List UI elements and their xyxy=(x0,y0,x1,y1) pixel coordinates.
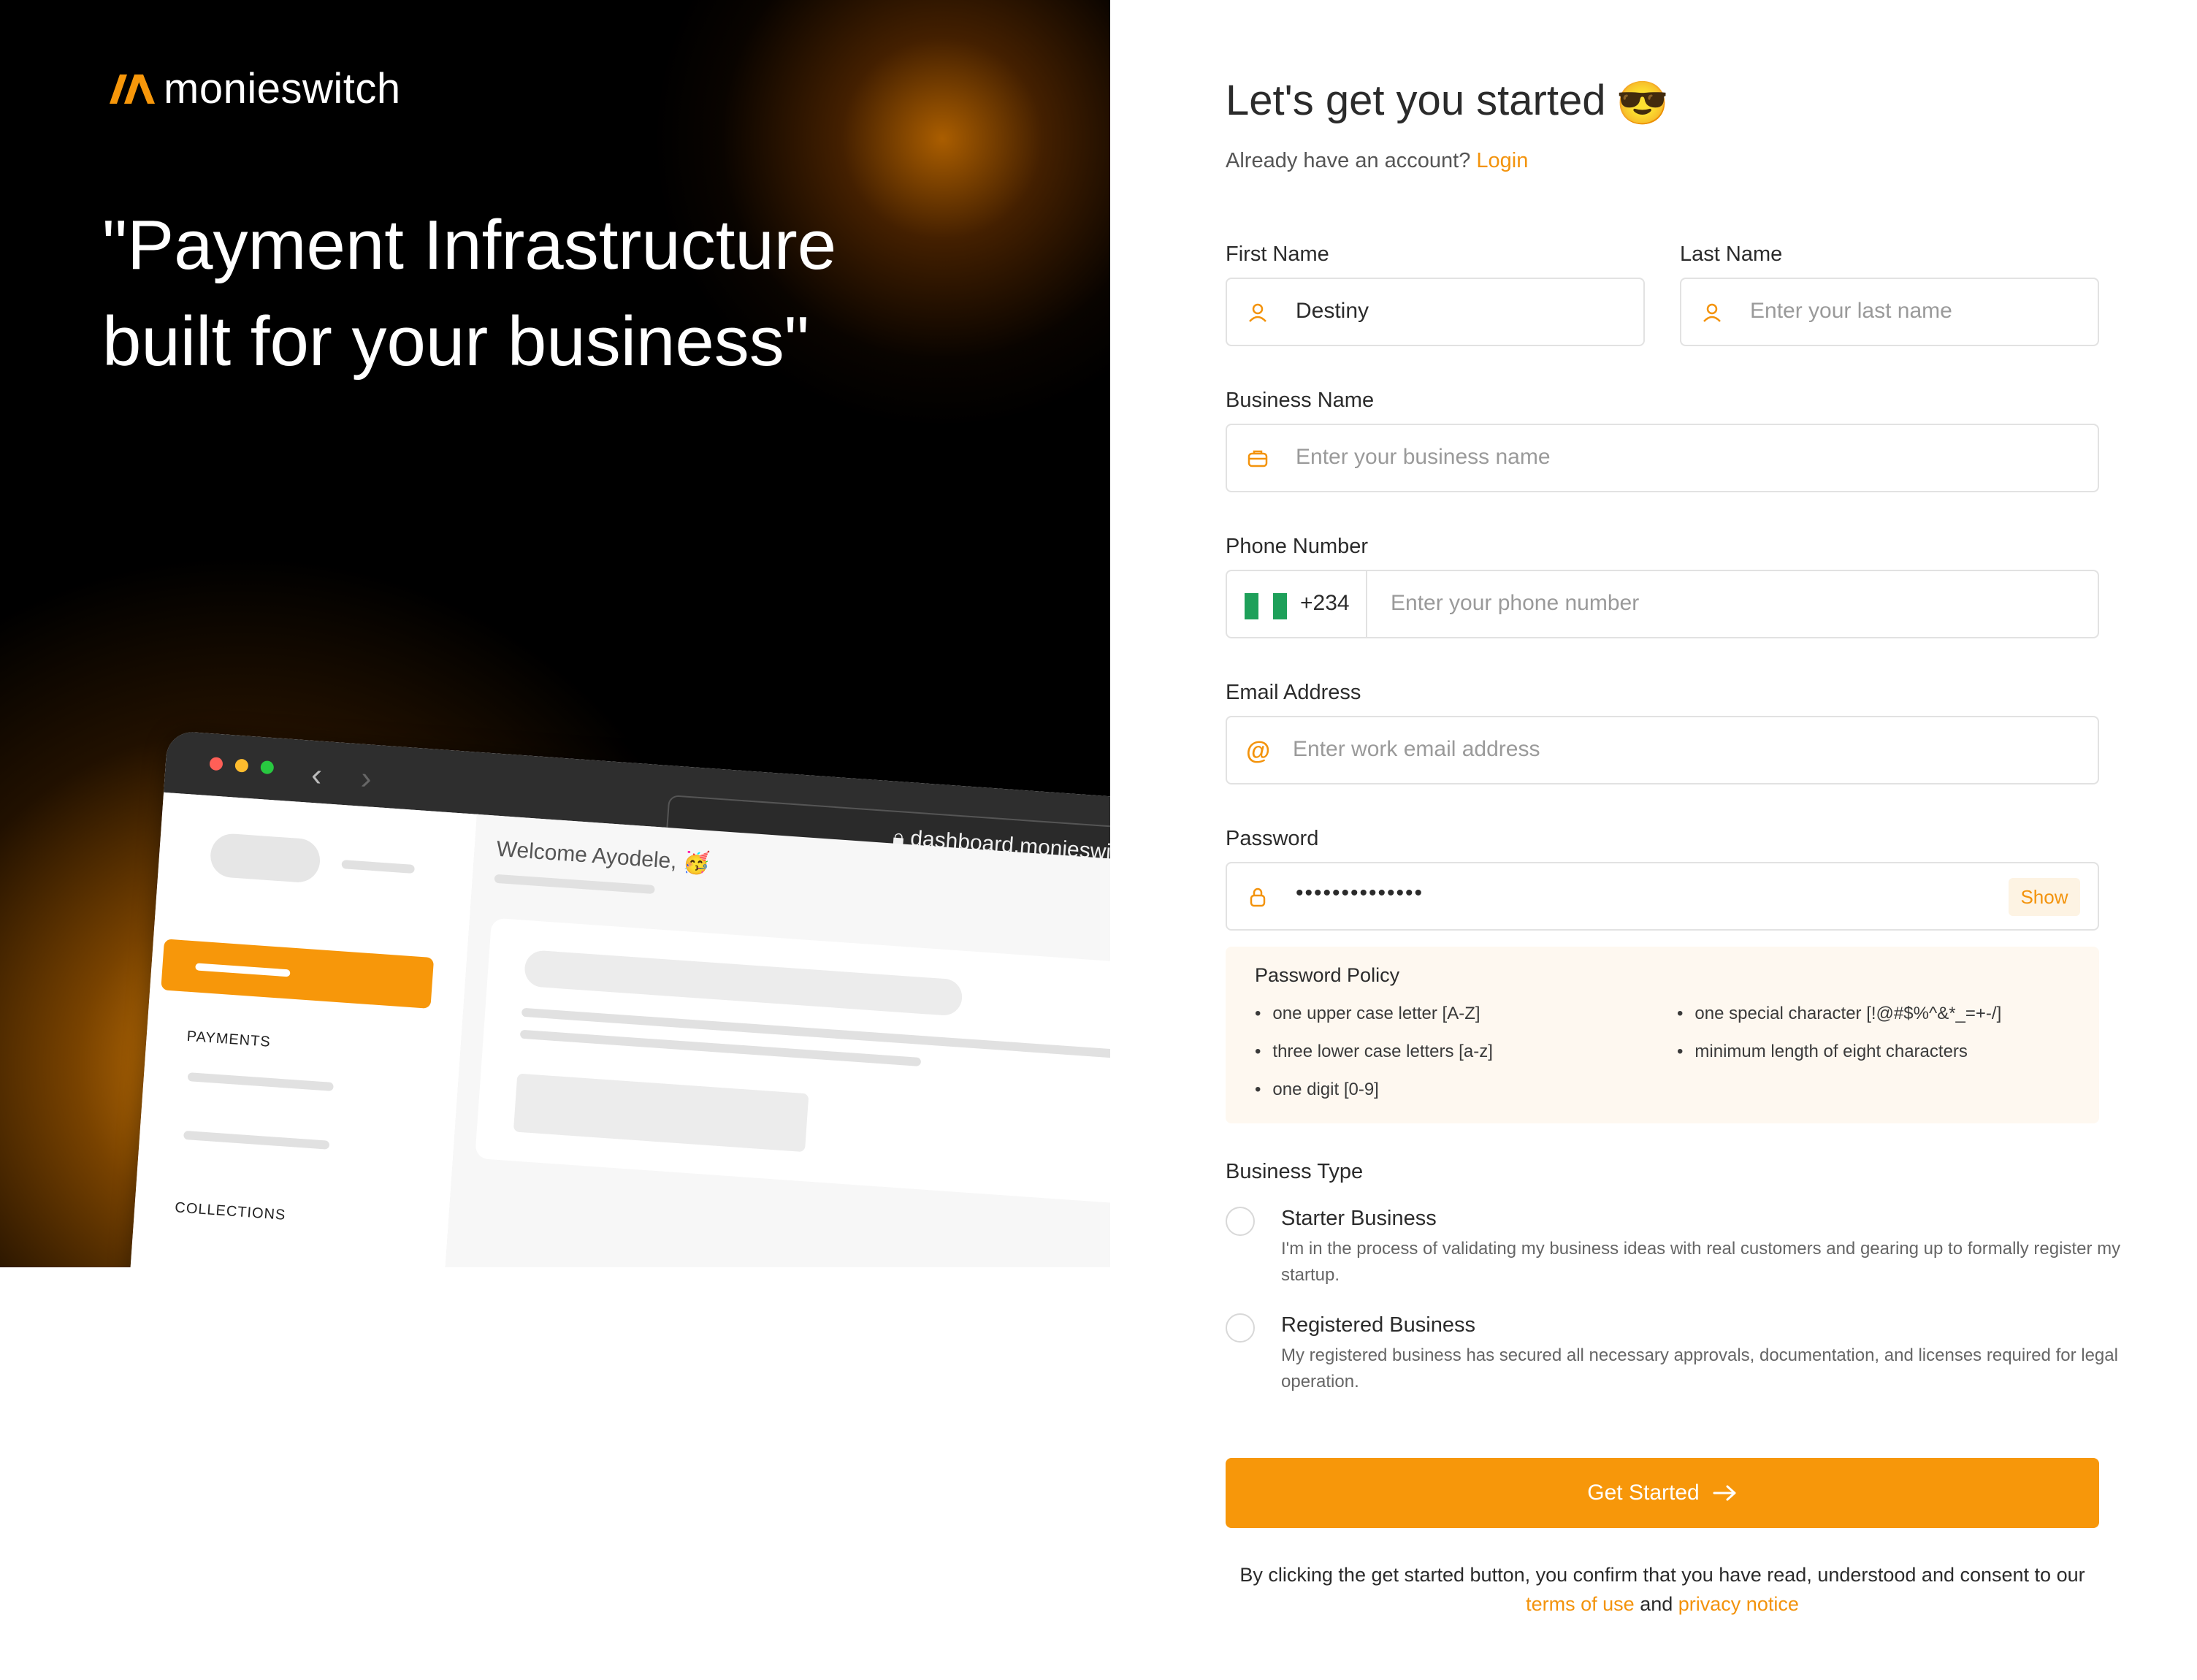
user-icon xyxy=(1703,303,1721,322)
nigeria-flag-icon[interactable] xyxy=(1245,593,1287,619)
sunglasses-emoji-icon: 😎 xyxy=(1616,79,1669,127)
dashboard-mockup: ‹ › 🔒︎ dashboard.monieswi PAYMENTS COLLE… xyxy=(117,730,1110,1267)
hero-panel: monieswitch "Payment Infrastructure buil… xyxy=(0,0,1110,1267)
placeholder-block xyxy=(513,1073,809,1153)
first-name-field[interactable]: Destiny xyxy=(1226,278,1645,346)
policy-title: Password Policy xyxy=(1255,964,1400,986)
phone-label: Phone Number xyxy=(1226,535,1369,558)
phone-field[interactable]: +234 Enter your phone number xyxy=(1226,570,2099,638)
arrow-right-icon xyxy=(1713,1485,1736,1501)
placeholder-block xyxy=(523,949,963,1017)
placeholder-bar xyxy=(183,1130,330,1150)
placeholder-bar xyxy=(494,874,655,895)
email-placeholder: Enter work email address xyxy=(1293,737,1540,761)
mockup-card xyxy=(475,917,1110,1215)
login-prompt: Already have an account? Login xyxy=(1226,149,1528,173)
placeholder-bar xyxy=(341,860,415,874)
country-code[interactable]: +234 xyxy=(1300,591,1350,616)
registered-business-desc: My registered business has secured all n… xyxy=(1281,1345,2118,1391)
placeholder-bar xyxy=(187,1072,334,1091)
registered-business-radio[interactable] xyxy=(1226,1313,1255,1343)
user-icon xyxy=(1249,303,1266,322)
hero-headline-line1: "Payment Infrastructure xyxy=(102,206,837,284)
consent-and: and xyxy=(1640,1593,1673,1615)
active-menu-item xyxy=(161,939,435,1009)
avatar-placeholder xyxy=(209,832,322,884)
at-sign-icon: @ xyxy=(1246,737,1271,765)
starter-business-radio[interactable] xyxy=(1226,1207,1255,1236)
policy-rule: one special character [!@#$%^&*_=+-/] xyxy=(1677,1004,2001,1024)
registered-business-title[interactable]: Registered Business xyxy=(1281,1313,1475,1337)
business-name-field[interactable]: Enter your business name xyxy=(1226,424,2099,492)
briefcase-icon xyxy=(1247,450,1268,467)
first-name-value: Destiny xyxy=(1296,299,1369,323)
page-title-text: Let's get you started xyxy=(1226,77,1606,124)
brand-logo[interactable]: monieswitch xyxy=(110,64,401,113)
login-prompt-text: Already have an account? xyxy=(1226,149,1471,172)
minimize-dot-icon xyxy=(234,758,249,773)
consent-text: By clicking the get started button, you … xyxy=(1226,1560,2099,1619)
welcome-text: Welcome Ayodele, 🥳 xyxy=(495,836,711,877)
privacy-link[interactable]: privacy notice xyxy=(1678,1593,1799,1615)
business-type-label: Business Type xyxy=(1226,1160,1364,1183)
password-policy: Password Policy one upper case letter [A… xyxy=(1226,947,2099,1123)
page-title: Let's get you started 😎 xyxy=(1226,76,1669,129)
login-link[interactable]: Login xyxy=(1476,149,1528,172)
close-dot-icon xyxy=(209,757,223,771)
section-payments: PAYMENTS xyxy=(186,1028,272,1050)
email-label: Email Address xyxy=(1226,681,1361,704)
section-collections: COLLECTIONS xyxy=(174,1199,287,1223)
terms-link[interactable]: terms of use xyxy=(1526,1593,1635,1615)
divider xyxy=(1366,571,1367,637)
maximize-dot-icon xyxy=(260,760,275,775)
password-label: Password xyxy=(1226,827,1319,850)
last-name-label: Last Name xyxy=(1680,243,1783,266)
starter-business-title[interactable]: Starter Business xyxy=(1281,1207,1437,1231)
active-menu-bar xyxy=(195,963,291,977)
consent-body: By clicking the get started button, you … xyxy=(1239,1564,2085,1586)
starter-business-desc: I'm in the process of validating my busi… xyxy=(1281,1239,2121,1285)
brand-name: monieswitch xyxy=(164,65,401,112)
logo-mark-icon xyxy=(110,74,155,104)
hero-headline: "Payment Infrastructure built for your b… xyxy=(102,197,1052,390)
policy-rule: one digit [0-9] xyxy=(1255,1080,1378,1100)
business-name-label: Business Name xyxy=(1226,389,1375,412)
forward-arrow-icon: › xyxy=(359,760,373,797)
password-field[interactable]: •••••••••••••• Show xyxy=(1226,862,2099,931)
get-started-label: Get Started xyxy=(1587,1481,1700,1505)
mockup-sidebar: PAYMENTS COLLECTIONS xyxy=(117,792,479,1267)
policy-rule: three lower case letters [a-z] xyxy=(1255,1042,1492,1062)
show-password-button[interactable]: Show xyxy=(2009,878,2080,916)
hero-headline-line2: built for your business" xyxy=(102,302,809,381)
phone-placeholder: Enter your phone number xyxy=(1391,591,1640,615)
first-name-label: First Name xyxy=(1226,243,1329,266)
get-started-button[interactable]: Get Started xyxy=(1226,1458,2099,1528)
lock-icon xyxy=(1250,887,1266,907)
back-arrow-icon: ‹ xyxy=(310,756,324,793)
policy-rule: minimum length of eight characters xyxy=(1677,1042,1968,1062)
policy-rule: one upper case letter [A-Z] xyxy=(1255,1004,1480,1024)
business-name-placeholder: Enter your business name xyxy=(1296,445,1551,469)
last-name-placeholder: Enter your last name xyxy=(1750,299,1952,323)
mockup-main: Welcome Ayodele, 🥳 xyxy=(426,814,1110,1267)
last-name-field[interactable]: Enter your last name xyxy=(1680,278,2099,346)
email-field[interactable]: @ Enter work email address xyxy=(1226,716,2099,784)
password-value: •••••••••••••• xyxy=(1296,881,1424,905)
